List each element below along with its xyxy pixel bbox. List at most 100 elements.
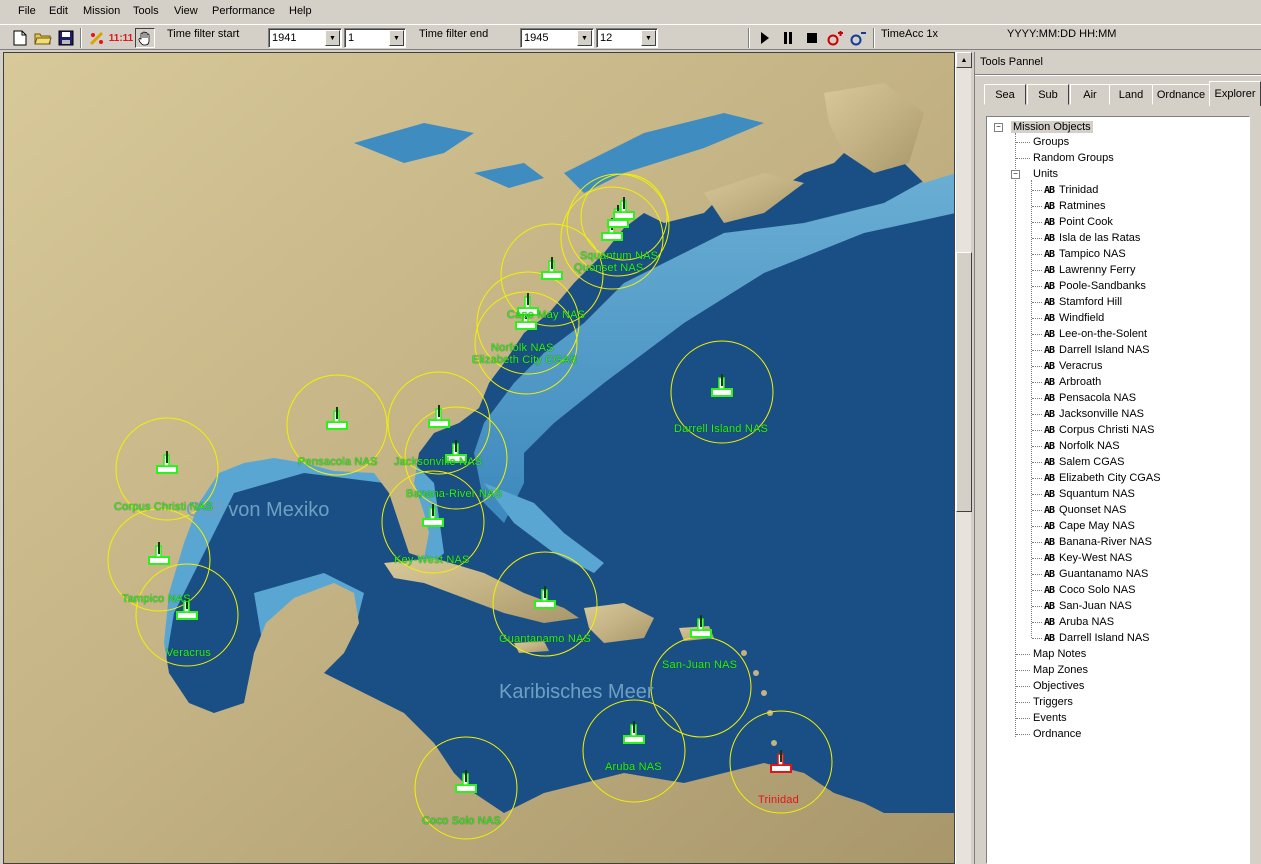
- tree-node-unit[interactable]: AB Isla de las Ratas: [1044, 230, 1140, 246]
- base-label-elizabeth-city[interactable]: Elizabeth City CGAS: [472, 354, 577, 366]
- tree-node-unit[interactable]: AB Veracrus: [1044, 358, 1102, 374]
- tree-node-unit[interactable]: AB Quonset NAS: [1044, 502, 1126, 518]
- tree-node-map-zones[interactable]: Map Zones: [1033, 662, 1088, 678]
- menu-performance[interactable]: Performance: [212, 5, 275, 17]
- tree-node-unit[interactable]: AB Windfield: [1044, 310, 1104, 326]
- base-label-tampico[interactable]: Tampico NAS: [122, 593, 191, 605]
- collapse-icon[interactable]: −: [1011, 170, 1020, 179]
- airbase-icon: AB: [1044, 408, 1055, 420]
- tree-node-ordnance[interactable]: Ordnance: [1033, 726, 1081, 742]
- base-label-veracrus[interactable]: Veracrus: [166, 647, 211, 659]
- chevron-down-icon[interactable]: ▼: [577, 30, 592, 46]
- pause-icon[interactable]: [778, 28, 798, 48]
- menu-mission[interactable]: Mission: [83, 5, 120, 17]
- base-label-jacksonville[interactable]: Jacksonville NAS: [394, 456, 482, 468]
- base-label-corpus-christi[interactable]: Corpus Christi NAS: [114, 501, 213, 513]
- base-label-key-west[interactable]: Key-West NAS: [394, 554, 470, 566]
- end-year-select[interactable]: 1945 ▼: [520, 28, 594, 48]
- tree-node-unit[interactable]: AB Norfolk NAS: [1044, 438, 1120, 454]
- save-disk-icon[interactable]: [56, 28, 76, 48]
- tree-node-unit[interactable]: AB Elizabeth City CGAS: [1044, 470, 1161, 486]
- end-month-select[interactable]: 12 ▼: [596, 28, 658, 48]
- base-label-darrell-island[interactable]: Darrell Island NAS: [674, 423, 768, 435]
- tree-node-events[interactable]: Events: [1033, 710, 1067, 726]
- airbase-icon: AB: [1044, 504, 1055, 516]
- base-label-squantum[interactable]: Squantum NAS: [580, 250, 658, 262]
- menu-file[interactable]: File: [18, 5, 36, 17]
- tree-node-unit[interactable]: AB Squantum NAS: [1044, 486, 1135, 502]
- start-month-select[interactable]: 1 ▼: [344, 28, 406, 48]
- tree-node-unit[interactable]: AB Lawrenny Ferry: [1044, 262, 1135, 278]
- base-label-cape-may[interactable]: Cape May NAS: [507, 309, 585, 321]
- start-year-select[interactable]: 1941 ▼: [268, 28, 342, 48]
- tree-node-unit[interactable]: AB Darrell Island NAS: [1044, 630, 1150, 646]
- base-label-pensacola[interactable]: Pensacola NAS: [298, 456, 378, 468]
- tab-ordnance[interactable]: Ordnance: [1152, 84, 1210, 105]
- tree-node-map-notes[interactable]: Map Notes: [1033, 646, 1086, 662]
- menu-help[interactable]: Help: [289, 5, 312, 17]
- tree-node-unit[interactable]: AB Arbroath: [1044, 374, 1101, 390]
- tree-node-triggers[interactable]: Triggers: [1033, 694, 1073, 710]
- new-file-icon[interactable]: [10, 28, 30, 48]
- scroll-thumb[interactable]: [956, 252, 972, 512]
- menu-view[interactable]: View: [174, 5, 198, 17]
- base-label-aruba[interactable]: Aruba NAS: [605, 761, 662, 773]
- edit-path-icon[interactable]: [87, 28, 107, 48]
- tree-node-unit[interactable]: AB Tampico NAS: [1044, 246, 1126, 262]
- tree-node-unit[interactable]: AB Point Cook: [1044, 214, 1113, 230]
- tree-node-unit[interactable]: AB San-Juan NAS: [1044, 598, 1132, 614]
- tab-explorer[interactable]: Explorer: [1209, 81, 1261, 106]
- chevron-down-icon[interactable]: ▼: [641, 30, 656, 46]
- stop-icon[interactable]: [802, 28, 822, 48]
- tab-land[interactable]: Land: [1109, 84, 1153, 105]
- scroll-up-icon[interactable]: ▲: [956, 52, 972, 68]
- tree-node-random-groups[interactable]: Random Groups: [1033, 150, 1114, 166]
- tree-node-unit[interactable]: AB Jacksonville NAS: [1044, 406, 1144, 422]
- tree-node-unit[interactable]: AB Pensacola NAS: [1044, 390, 1136, 406]
- tree-node-objectives[interactable]: Objectives: [1033, 678, 1084, 694]
- tree-node-groups[interactable]: Groups: [1033, 134, 1069, 150]
- hand-pan-icon[interactable]: [135, 28, 155, 48]
- tree-node-unit[interactable]: AB Darrell Island NAS: [1044, 342, 1150, 358]
- ratio-icon[interactable]: 11:11: [109, 28, 133, 48]
- tab-air[interactable]: Air: [1070, 84, 1110, 105]
- map-vertical-scrollbar[interactable]: ▲: [955, 52, 972, 864]
- base-label-banana-river[interactable]: Banana-River NAS: [406, 488, 502, 500]
- tree-node-unit[interactable]: AB Stamford Hill: [1044, 294, 1122, 310]
- map-view[interactable]: Golf von Mexiko Karibisches Meer Trinida…: [3, 52, 955, 864]
- base-label-norfolk[interactable]: Norfolk NAS: [491, 342, 554, 354]
- tree-node-unit[interactable]: AB Banana-River NAS: [1044, 534, 1152, 550]
- tree-node-unit[interactable]: AB Poole-Sandbanks: [1044, 278, 1146, 294]
- menu-edit[interactable]: Edit: [49, 5, 68, 17]
- base-label-coco-solo[interactable]: Coco Solo NAS: [422, 815, 501, 827]
- base-label-guantanamo[interactable]: Guantanamo NAS: [499, 633, 591, 645]
- tab-sub[interactable]: Sub: [1027, 84, 1069, 105]
- tree-node-unit[interactable]: AB Aruba NAS: [1044, 614, 1114, 630]
- tree-node-unit[interactable]: AB Coco Solo NAS: [1044, 582, 1135, 598]
- base-label-san-juan[interactable]: San-Juan NAS: [662, 659, 737, 671]
- chevron-down-icon[interactable]: ▼: [389, 30, 404, 46]
- tree-node-unit[interactable]: AB Corpus Christi NAS: [1044, 422, 1154, 438]
- base-label-quonset[interactable]: Quonset NAS: [574, 262, 643, 274]
- play-icon[interactable]: [755, 28, 775, 48]
- menu-tools[interactable]: Tools: [133, 5, 159, 17]
- tree-node-unit[interactable]: AB Key-West NAS: [1044, 550, 1132, 566]
- tree-node-label: Key-West NAS: [1059, 552, 1133, 564]
- tree-node-units[interactable]: Units: [1033, 166, 1058, 182]
- tree-node-unit[interactable]: AB Cape May NAS: [1044, 518, 1135, 534]
- tree-node-unit[interactable]: AB Trinidad: [1044, 182, 1098, 198]
- tree-node-unit[interactable]: AB Guantanamo NAS: [1044, 566, 1148, 582]
- tab-sea[interactable]: Sea: [984, 84, 1026, 105]
- slow-down-icon[interactable]: [848, 28, 868, 48]
- airbase-icon: AB: [1044, 568, 1055, 580]
- open-folder-icon[interactable]: [33, 28, 53, 48]
- tree-node-unit[interactable]: AB Ratmines: [1044, 198, 1106, 214]
- tree-node-unit[interactable]: AB Lee-on-the-Solent: [1044, 326, 1147, 342]
- chevron-down-icon[interactable]: ▼: [325, 30, 340, 46]
- tree-node-mission-objects[interactable]: Mission Objects: [1011, 119, 1093, 135]
- tree-node-unit[interactable]: AB Salem CGAS: [1044, 454, 1124, 470]
- base-label-trinidad[interactable]: Trinidad: [758, 794, 799, 806]
- speed-up-icon[interactable]: [825, 28, 845, 48]
- mission-explorer-tree[interactable]: − Mission Objects Groups Random Groups −…: [986, 116, 1250, 864]
- collapse-icon[interactable]: −: [994, 123, 1003, 132]
